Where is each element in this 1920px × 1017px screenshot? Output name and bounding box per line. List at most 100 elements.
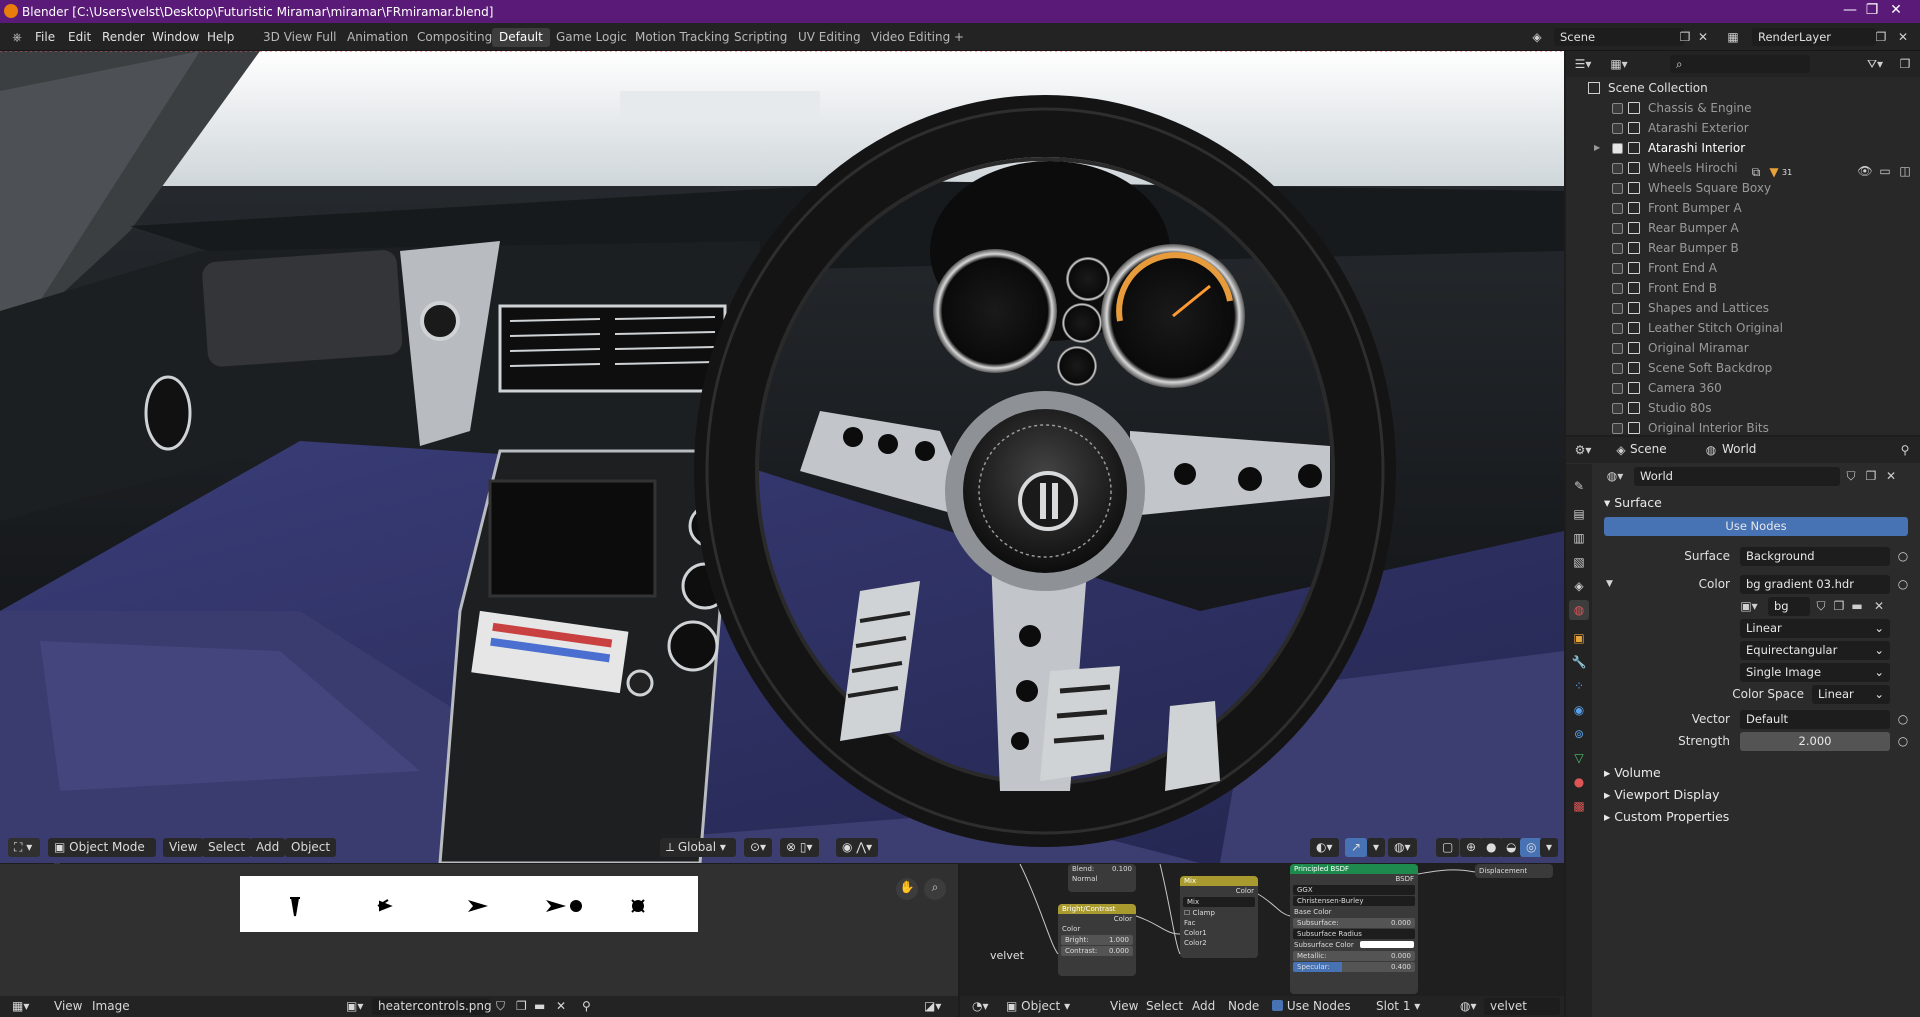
surface-shader-field[interactable]: Background — [1740, 547, 1890, 566]
particles-tab-icon[interactable]: ⁘ — [1569, 676, 1589, 696]
exclude-checkbox[interactable] — [1612, 283, 1623, 294]
exclude-checkbox[interactable] — [1612, 103, 1623, 114]
xray-icon[interactable]: ▢ — [1436, 838, 1460, 857]
breadcrumb-scene[interactable]: Scene — [1630, 442, 1667, 456]
outliner-item[interactable]: Leather Stitch Original — [1566, 318, 1920, 338]
image-unlink-button[interactable]: ✕ — [552, 998, 570, 1015]
unlink-world-icon[interactable]: ✕ — [1882, 467, 1900, 485]
outliner-item[interactable]: Atarashi Exterior — [1566, 118, 1920, 138]
outliner-item[interactable]: Front Bumper A — [1566, 198, 1920, 218]
menu-file[interactable]: File — [28, 28, 62, 46]
image-browse-button[interactable]: ▣▾ — [342, 998, 367, 1015]
new-world-icon[interactable]: ❐ — [1862, 467, 1880, 485]
wireframe-shading-icon[interactable]: ⊕ — [1460, 838, 1483, 857]
outliner-item[interactable]: Studio 80s — [1566, 398, 1920, 418]
view-layer-tab-icon[interactable]: ▧ — [1569, 552, 1589, 572]
color-space-dropdown[interactable]: Linear ⌄ — [1812, 685, 1890, 704]
surface-socket-icon[interactable]: ○ — [1894, 547, 1912, 565]
outliner-root[interactable]: Scene Collection — [1566, 78, 1920, 98]
exclude-checkbox[interactable] — [1612, 303, 1623, 314]
collection-linked-icon[interactable]: ⧉ — [1748, 163, 1764, 181]
outliner-item[interactable]: Rear Bumper A — [1566, 218, 1920, 238]
disable-viewport-icon[interactable]: ▭ — [1876, 162, 1894, 180]
physics-tab-icon[interactable]: ◉ — [1569, 700, 1589, 720]
viewport-menu-add[interactable]: Add — [250, 838, 286, 857]
material-name-field[interactable]: velvet — [1484, 998, 1560, 1015]
visibility-icon[interactable]: ◐▾ — [1310, 838, 1339, 857]
gizmo-icon[interactable]: ↗ — [1345, 838, 1368, 857]
outliner-item[interactable]: Chassis & Engine — [1566, 98, 1920, 118]
image-display-channels-icon[interactable]: ◪▾ — [920, 998, 945, 1015]
interpolation-dropdown[interactable]: Linear ⌄ — [1740, 619, 1890, 638]
source-dropdown[interactable]: Single Image ⌄ — [1740, 663, 1890, 682]
view-layer-icon[interactable]: ▦ — [1724, 28, 1742, 46]
new-view-layer-icon[interactable]: ❐ — [1872, 28, 1890, 46]
exclude-checkbox[interactable] — [1612, 323, 1623, 334]
tab-default[interactable]: Default — [492, 28, 550, 47]
exclude-checkbox[interactable] — [1612, 203, 1623, 214]
exclude-checkbox[interactable] — [1612, 263, 1623, 274]
world-tab-icon[interactable]: ◍ — [1569, 600, 1589, 620]
viewport-menu-select[interactable]: Select — [202, 838, 252, 857]
add-workspace-button[interactable]: + — [947, 28, 971, 47]
image-new-icon[interactable]: ❐ — [1830, 597, 1848, 615]
tab-3d-view-full[interactable]: 3D View Full — [256, 28, 344, 47]
strength-field[interactable]: 2.000 — [1740, 732, 1890, 751]
color-texture-field[interactable]: bg gradient 03.hdr — [1740, 575, 1890, 594]
data-tab-icon[interactable]: ▽ — [1569, 748, 1589, 768]
tab-video-editing[interactable]: Video Editing — [864, 28, 957, 47]
tab-compositing[interactable]: Compositing — [410, 28, 499, 47]
image-editor[interactable]: ✋ ⌕ — [0, 864, 958, 1017]
exclude-checkbox[interactable] — [1612, 363, 1623, 374]
viewport-display-panel-header[interactable]: ▸ Viewport Display — [1604, 785, 1720, 805]
outliner-item[interactable]: Rear Bumper B — [1566, 238, 1920, 258]
image-pin-button[interactable]: ⚲ — [578, 998, 595, 1015]
overlays-icon[interactable]: ◍▾ — [1388, 838, 1417, 857]
view-layer-field[interactable]: RenderLayer — [1752, 28, 1876, 46]
outliner-item[interactable]: Front End A — [1566, 258, 1920, 278]
strength-socket-icon[interactable]: ○ — [1894, 732, 1912, 750]
transform-orientation-dropdown[interactable]: ⟂ Global ▾ — [660, 838, 736, 857]
image-name-field[interactable]: bg gr — [1768, 597, 1810, 632]
outliner-item[interactable]: Front End B — [1566, 278, 1920, 298]
node-menu-node[interactable]: Node — [1224, 998, 1263, 1015]
editor-type-icon[interactable]: ⛶ ▾ — [8, 838, 40, 857]
viewport-menu-object[interactable]: Object — [285, 838, 337, 857]
outliner-item[interactable]: Original Interior Bits — [1566, 418, 1920, 438]
outliner-editor-icon[interactable]: ☰▾ — [1574, 55, 1592, 73]
filter-icon[interactable]: ⛛▾ — [1866, 55, 1884, 73]
image-open-icon[interactable]: ▬ — [1848, 597, 1866, 615]
scene-icon[interactable]: ◈ — [1528, 28, 1546, 46]
exclude-checkbox[interactable] — [1612, 243, 1623, 254]
image-browse-icon[interactable]: ▣▾ — [1740, 597, 1758, 615]
tab-animation[interactable]: Animation — [340, 28, 415, 47]
outliner-item[interactable]: Wheels Square Boxy — [1566, 178, 1920, 198]
delete-view-layer-icon[interactable]: ✕ — [1894, 28, 1912, 46]
surface-panel-header[interactable]: ▾ Surface — [1604, 493, 1662, 513]
new-scene-icon[interactable]: ❐ — [1676, 28, 1694, 46]
image-new-button[interactable]: ❐ — [512, 998, 531, 1015]
display-mode-icon[interactable]: ▦▾ — [1610, 55, 1628, 73]
outliner-item[interactable]: Original Miramar — [1566, 338, 1920, 358]
tab-motion-tracking[interactable]: Motion Tracking — [628, 28, 736, 47]
world-name-field[interactable]: World — [1634, 467, 1840, 486]
projection-dropdown[interactable]: Equirectangular ⌄ — [1740, 641, 1890, 660]
tab-scripting[interactable]: Scripting — [727, 28, 794, 47]
tab-uv-editing[interactable]: UV Editing — [791, 28, 868, 47]
material-tab-icon[interactable]: ● — [1569, 772, 1589, 792]
outliner-item[interactable]: Camera 360 — [1566, 378, 1920, 398]
new-collection-icon[interactable]: ❐ — [1896, 55, 1914, 73]
disable-render-icon[interactable]: ◫ — [1896, 162, 1914, 180]
slot-dropdown[interactable]: Slot 1 ▾ — [1372, 998, 1442, 1015]
scene-tab-icon[interactable]: ◈ — [1569, 576, 1589, 596]
snap-icon[interactable]: ⊗ ▯▾ — [780, 838, 819, 857]
exclude-checkbox[interactable] — [1612, 343, 1623, 354]
pivot-icon[interactable]: ⊙▾ — [744, 838, 773, 857]
image-datablock-field[interactable]: heatercontrols.png — [372, 998, 492, 1015]
constraints-tab-icon[interactable]: ⊚ — [1569, 724, 1589, 744]
outliner-item[interactable]: Shapes and Lattices — [1566, 298, 1920, 318]
modifier-tab-icon[interactable]: 🔧 — [1569, 652, 1589, 672]
pin-icon[interactable]: ⚲ — [1896, 441, 1914, 459]
exclude-checkbox[interactable] — [1612, 383, 1623, 394]
fake-user-icon[interactable]: ⛉ — [1842, 467, 1860, 485]
